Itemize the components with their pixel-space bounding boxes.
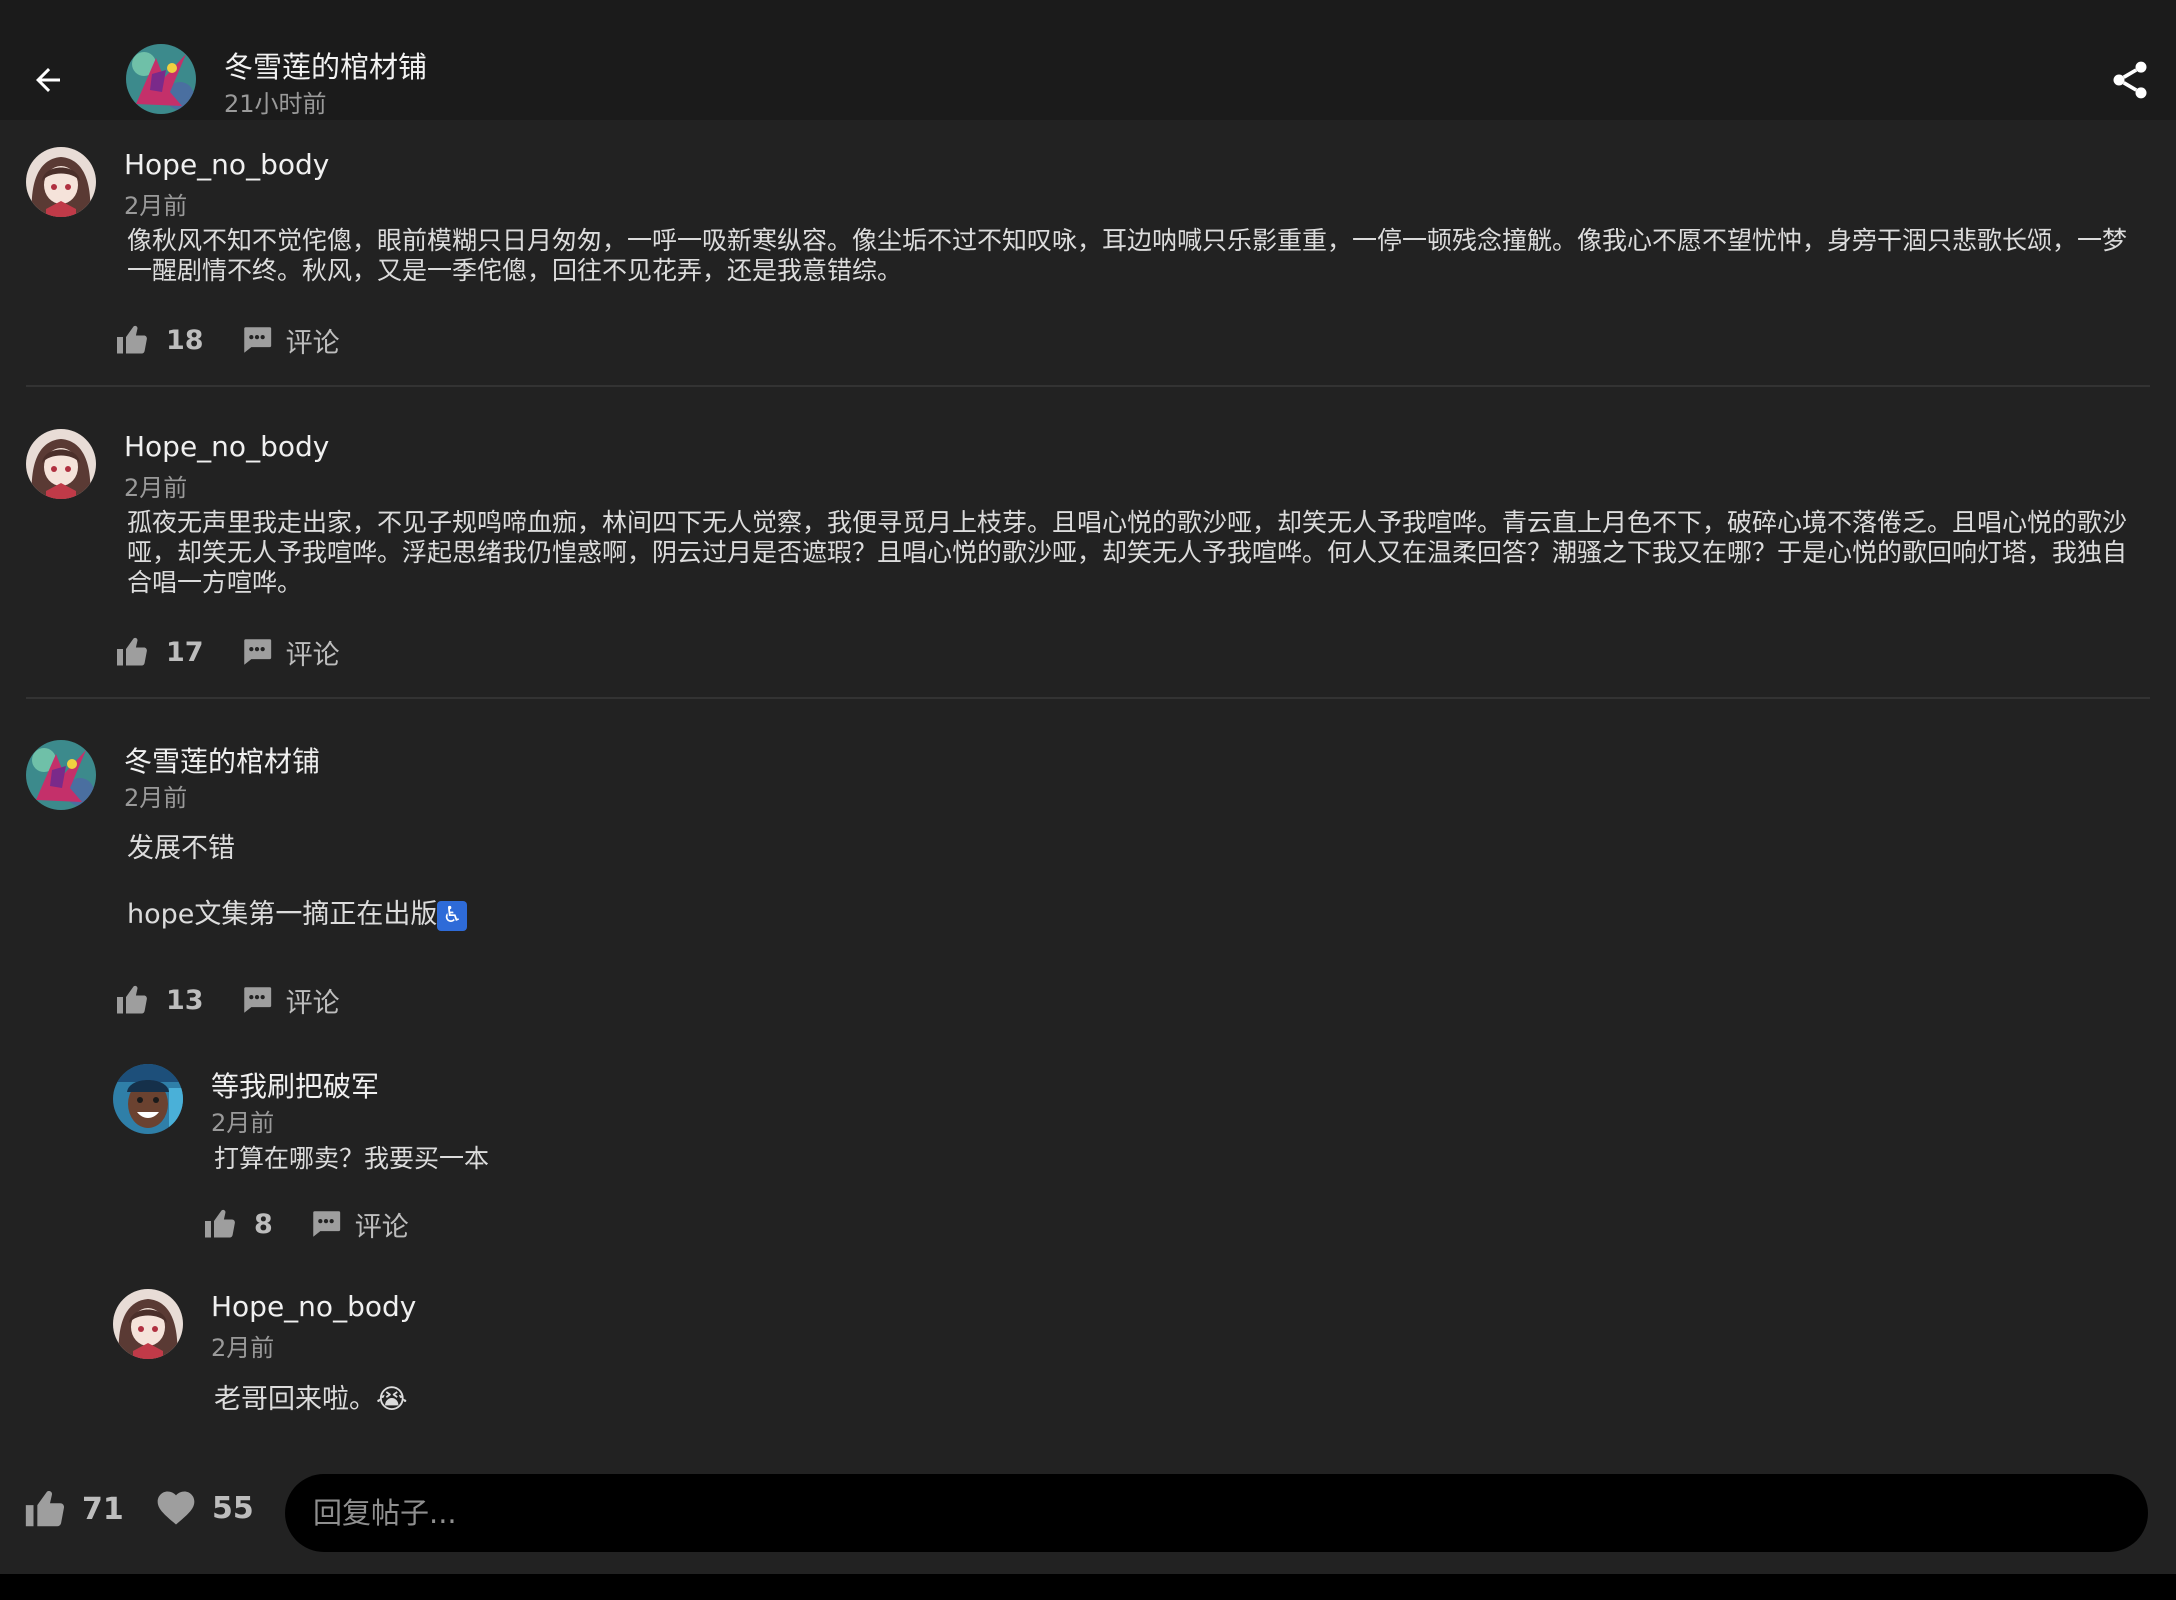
comment-time: 2月前 (124, 784, 188, 812)
reply-label: 评论 (285, 327, 340, 359)
like-count: 8 (254, 1208, 273, 1240)
reply-button[interactable]: 评论 (240, 633, 340, 672)
back-button[interactable] (24, 56, 72, 104)
system-nav-strip (0, 1574, 2176, 1600)
thumb-up-icon (114, 634, 150, 670)
like-count: 17 (166, 636, 204, 668)
reply-text-row: 老哥回来啦。😭 (214, 1385, 408, 1415)
reply-button[interactable]: 评论 (240, 981, 340, 1020)
reply-button[interactable]: 评论 (309, 1205, 409, 1244)
comment-username[interactable]: Hope_no_body (124, 430, 329, 463)
comment-actions: 13 评论 (114, 980, 340, 1020)
avatar[interactable] (26, 429, 96, 499)
post-like-count: 71 (82, 1491, 124, 1527)
reply-time: 2月前 (211, 1109, 275, 1137)
avatar[interactable] (26, 740, 96, 810)
reply-post-input[interactable] (285, 1474, 2148, 1552)
comment-actions: 18 评论 (114, 320, 340, 360)
comment-list[interactable]: Hope_no_body 2月前 像秋风不知不觉侘傯，眼前模糊只日月匆匆，一呼一… (0, 120, 2176, 1450)
comment-icon (309, 1207, 343, 1241)
thumb-up-icon (114, 982, 150, 1018)
comment-icon (240, 983, 274, 1017)
divider (26, 697, 2150, 699)
bottom-action-bar: 71 55 (0, 1450, 2176, 1574)
like-button[interactable]: 18 (114, 322, 204, 358)
author-avatar[interactable] (126, 44, 196, 114)
post-time: 21小时前 (224, 90, 327, 118)
reply-username[interactable]: 等我刷把破军 (211, 1065, 379, 1105)
heart-icon (157, 1491, 195, 1525)
comment-text-line1: 发展不错 (127, 833, 235, 864)
reply-time: 2月前 (211, 1334, 275, 1362)
comment-text: 孤夜无声里我走出家，不见子规鸣啼血痂，林间四下无人觉察，我便寻觅月上枝芽。且唱心… (127, 508, 2128, 597)
comment-text: hope文集第一摘正在出版 (127, 899, 438, 930)
share-button[interactable] (2108, 58, 2152, 102)
share-icon (2113, 61, 2147, 99)
like-button[interactable]: 8 (202, 1206, 273, 1242)
comment-time: 2月前 (124, 474, 188, 502)
top-app-bar: 冬雪莲的棺材铺 21小时前 (0, 0, 2176, 120)
comment-actions: 17 评论 (114, 632, 340, 672)
reply-text: 老哥回来啦。 (214, 1384, 376, 1415)
reply-label: 评论 (285, 639, 340, 671)
comment-text: 像秋风不知不觉侘傯，眼前模糊只日月匆匆，一呼一吸新寒纵容。像尘垢不过不知叹咏，耳… (127, 226, 2128, 285)
crying-emoji-icon: 😭 (376, 1384, 408, 1415)
thumb-up-icon (202, 1206, 238, 1242)
like-button[interactable]: 13 (114, 982, 204, 1018)
avatar[interactable] (26, 147, 96, 217)
post-favorite-count: 55 (212, 1490, 254, 1526)
wheelchair-emoji-icon: ♿ (437, 900, 468, 931)
post-favorite-button[interactable]: 55 (154, 1486, 254, 1530)
divider (26, 385, 2150, 387)
reply-button[interactable]: 评论 (240, 321, 340, 360)
comment-username[interactable]: Hope_no_body (124, 148, 329, 181)
comment-icon (240, 323, 274, 357)
like-button[interactable]: 17 (114, 634, 204, 670)
like-count: 13 (166, 984, 204, 1016)
comment-time: 2月前 (124, 192, 188, 220)
arrow-left-icon (36, 68, 60, 92)
avatar[interactable] (113, 1289, 183, 1359)
reply-label: 评论 (285, 987, 340, 1019)
reply-label: 评论 (354, 1211, 409, 1243)
reply-username[interactable]: Hope_no_body (211, 1290, 416, 1323)
like-count: 18 (166, 324, 204, 356)
comment-text-line2: hope文集第一摘正在出版 ♿ (127, 899, 468, 931)
thumb-up-icon (22, 1486, 68, 1532)
reply-text: 打算在哪卖？我要买一本 (214, 1144, 490, 1173)
thumb-up-icon (114, 322, 150, 358)
comment-icon (240, 635, 274, 669)
post-like-button[interactable]: 71 (22, 1486, 124, 1532)
reply-actions: 8 评论 (202, 1204, 409, 1244)
post-author-name[interactable]: 冬雪莲的棺材铺 (224, 44, 427, 86)
comment-username[interactable]: 冬雪莲的棺材铺 (124, 740, 320, 780)
avatar[interactable] (113, 1064, 183, 1134)
